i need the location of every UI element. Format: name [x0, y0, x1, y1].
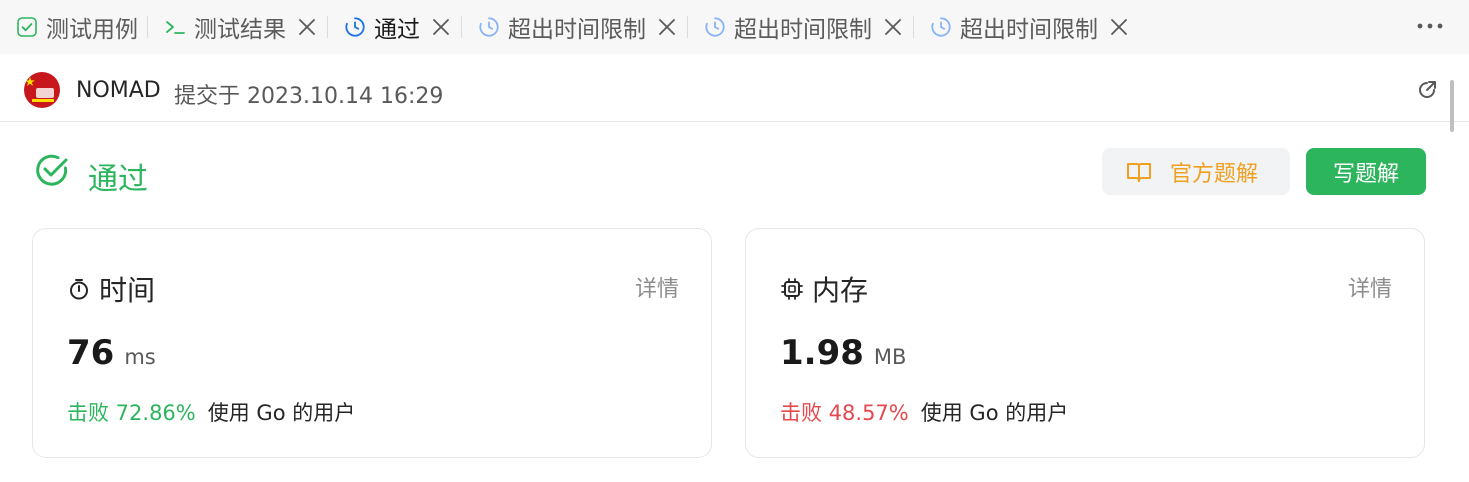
runtime-unit: ms: [124, 345, 156, 369]
avatar[interactable]: [24, 72, 60, 108]
memory-value: 1.98 MB: [780, 333, 906, 373]
runtime-number: 76: [67, 333, 115, 373]
tab-time-limit-exceeded[interactable]: 超出时间限制: [914, 0, 1140, 54]
author-name[interactable]: NOMAD: [76, 78, 161, 103]
official-solution-label: 官方题解: [1170, 161, 1259, 187]
more-icon[interactable]: [1415, 14, 1445, 38]
tab-time-limit-exceeded[interactable]: 超出时间限制: [688, 0, 914, 54]
memory-unit: MB: [873, 345, 907, 369]
memory-title: 内存: [812, 274, 869, 307]
close-icon[interactable]: [296, 16, 318, 38]
official-solution-button[interactable]: 官方题解: [1102, 148, 1290, 195]
memory-beat-text: 使用 Go 的用户: [920, 401, 1069, 425]
submission-status: 通过: [88, 162, 148, 197]
tab-label: 通过: [374, 17, 420, 43]
clock-icon: [704, 16, 726, 38]
runtime-card: 时间 详情 76 ms 击败 72.86% 使用 Go 的用户: [32, 228, 712, 458]
scrollbar[interactable]: [1450, 80, 1454, 132]
memory-card: 内存 详情 1.98 MB 击败 48.57% 使用 Go 的用户: [745, 228, 1425, 458]
memory-card-header: 内存: [780, 269, 868, 309]
submission-time: 提交于 2023.10.14 16:29: [174, 84, 444, 109]
runtime-beats: 击败 72.86% 使用 Go 的用户: [67, 397, 355, 427]
tab-label: 超出时间限制: [734, 17, 872, 43]
memory-details-link[interactable]: 详情: [1348, 271, 1392, 303]
runtime-beat-text: 使用 Go 的用户: [207, 401, 356, 425]
chip-icon: [780, 277, 804, 301]
tab-bar: 测试用例 测试结果 通过 超出时间限制 超出时间限制 超出时间限制: [0, 0, 1469, 54]
submission-author-row: NOMAD 提交于 2023.10.14 16:29: [0, 56, 1469, 122]
tab-test-cases[interactable]: 测试用例: [0, 0, 148, 54]
clock-icon: [344, 16, 366, 38]
terminal-icon: [164, 16, 186, 38]
share-icon[interactable]: [1415, 78, 1439, 102]
write-solution-button[interactable]: 写题解: [1306, 148, 1426, 195]
runtime-value: 76 ms: [67, 333, 156, 373]
memory-beats: 击败 48.57% 使用 Go 的用户: [780, 397, 1068, 427]
clock-icon: [930, 16, 952, 38]
close-icon[interactable]: [656, 16, 678, 38]
checkbox-icon: [16, 16, 38, 38]
book-icon: [1126, 161, 1152, 183]
memory-number: 1.98: [780, 333, 864, 373]
runtime-beat-percent: 击败 72.86%: [67, 401, 196, 425]
close-icon[interactable]: [1108, 16, 1130, 38]
tab-label: 超出时间限制: [960, 17, 1098, 43]
tab-label: 测试用例: [46, 17, 138, 43]
stopwatch-icon: [67, 277, 91, 301]
tab-accepted[interactable]: 通过: [328, 0, 462, 54]
clock-icon: [478, 16, 500, 38]
runtime-details-link[interactable]: 详情: [635, 271, 679, 303]
memory-beat-percent: 击败 48.57%: [780, 401, 909, 425]
tab-test-results[interactable]: 测试结果: [148, 0, 328, 54]
tab-time-limit-exceeded[interactable]: 超出时间限制: [462, 0, 688, 54]
check-circle-icon: [34, 152, 70, 188]
close-icon[interactable]: [430, 16, 452, 38]
close-icon[interactable]: [882, 16, 904, 38]
runtime-title: 时间: [99, 274, 156, 307]
tab-label: 测试结果: [194, 17, 286, 43]
tab-label: 超出时间限制: [508, 17, 646, 43]
runtime-card-header: 时间: [67, 269, 155, 309]
